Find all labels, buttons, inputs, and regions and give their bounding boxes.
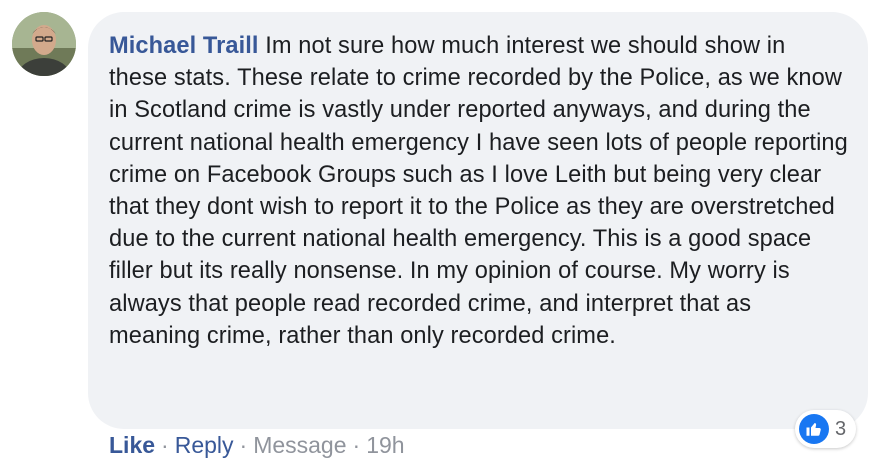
separator: ·	[239, 432, 248, 458]
comment-text: Im not sure how much interest we should …	[109, 33, 848, 349]
like-button[interactable]: Like	[109, 432, 155, 458]
timestamp[interactable]: 19h	[366, 432, 404, 458]
reply-button[interactable]: Reply	[175, 432, 234, 458]
thumbs-up-icon	[799, 414, 829, 444]
separator: ·	[161, 432, 169, 458]
author-name[interactable]: Michael Traill	[109, 33, 259, 59]
comment-bubble: Michael Traill Im not sure how much inte…	[88, 12, 868, 429]
message-button[interactable]: Message	[253, 432, 346, 458]
avatar[interactable]	[12, 12, 76, 76]
comment-actions: Like · Reply · Message · 19h	[109, 430, 405, 460]
separator: ·	[352, 432, 361, 458]
reaction-count: 3	[835, 417, 847, 440]
reaction-summary[interactable]: 3	[795, 410, 857, 448]
comment-body: Michael Traill Im not sure how much inte…	[109, 30, 848, 352]
